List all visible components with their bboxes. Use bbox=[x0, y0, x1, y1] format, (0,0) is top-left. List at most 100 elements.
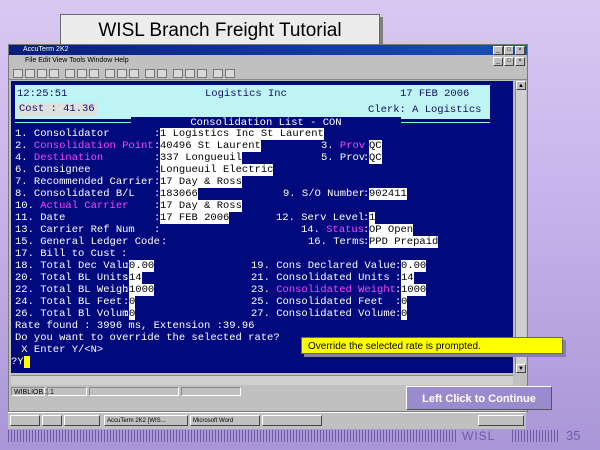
field-actual-carrier[interactable]: 17 Day & Ross bbox=[160, 200, 242, 212]
field-consolidated-units[interactable]: 14 bbox=[401, 272, 414, 284]
label-actual-carrier: 10. Actual Carrier bbox=[15, 200, 128, 212]
scroll-up-icon[interactable]: ▲ bbox=[516, 81, 526, 90]
header-time: 12:25:51 bbox=[17, 88, 68, 100]
label-text: Prov bbox=[339, 140, 366, 152]
field-total-bl-units[interactable]: 14 bbox=[129, 272, 142, 284]
status-cell-3 bbox=[89, 387, 179, 396]
quick-launch-icon[interactable] bbox=[42, 415, 62, 426]
about-icon[interactable] bbox=[225, 69, 235, 78]
settings-icon[interactable] bbox=[129, 69, 139, 78]
slide-title: WISL Branch Freight Tutorial bbox=[60, 14, 380, 47]
connect-icon[interactable] bbox=[105, 69, 115, 78]
label-consolidator: 1. Consolidator bbox=[15, 128, 110, 140]
status-cell-1: WIBLIOB.1 bbox=[11, 387, 49, 396]
label-so-number: 9. S/O Number bbox=[283, 188, 365, 200]
num: 3. bbox=[321, 140, 340, 152]
taskbar-item-3[interactable] bbox=[262, 415, 322, 426]
scroll-down-icon[interactable]: ▼ bbox=[516, 364, 526, 373]
label-total-dec-value: 18. Total Dec Value bbox=[15, 260, 135, 272]
horizontal-scrollbar[interactable] bbox=[11, 375, 513, 385]
status-cell-2: 1 bbox=[47, 387, 87, 396]
num: 4. bbox=[15, 152, 34, 164]
window-titlebar[interactable]: AccuTerm 2K2 _ □ × bbox=[9, 45, 527, 55]
colon: : bbox=[154, 224, 161, 236]
field-serv-level[interactable]: 1 bbox=[369, 212, 376, 224]
cut-icon[interactable] bbox=[65, 69, 75, 78]
field-consolidated-volume[interactable]: 0 bbox=[401, 308, 408, 320]
close-icon[interactable]: × bbox=[515, 46, 525, 55]
disconnect-icon[interactable] bbox=[117, 69, 127, 78]
cost-badge: Cost : 41.36 bbox=[17, 103, 97, 116]
label-bill-to-cust: 17. Bill to Cust bbox=[15, 248, 116, 260]
field-total-dec-value[interactable]: 0.00 bbox=[129, 260, 155, 272]
window-title: AccuTerm 2K2 bbox=[23, 46, 69, 53]
num: 10. bbox=[15, 200, 41, 212]
terminal-screen[interactable]: 12:25:51 Logistics Inc 17 FEB 2006 Cost … bbox=[11, 81, 513, 373]
field-consolidated-feet[interactable]: 0 bbox=[401, 296, 408, 308]
field-total-bl-feet[interactable]: 0 bbox=[129, 296, 136, 308]
keyboard-icon[interactable] bbox=[157, 69, 167, 78]
field-date[interactable]: 17 FEB 2006 bbox=[160, 212, 230, 224]
cursor bbox=[23, 356, 30, 368]
doc-minimize-icon[interactable]: _ bbox=[493, 57, 503, 66]
transfer-icon[interactable] bbox=[185, 69, 195, 78]
input-text: ?Y bbox=[11, 356, 24, 368]
taskbar-item[interactable] bbox=[64, 415, 100, 426]
screen-header: 12:25:51 Logistics Inc 17 FEB 2006 Cost … bbox=[15, 85, 490, 119]
label-consolidation-point: 2. Consolidation Point bbox=[15, 140, 154, 152]
field-recommended-carrier[interactable]: 17 Day & Ross bbox=[160, 176, 242, 188]
taskbar: AccuTerm 2K2 [WIS... Microsoft Word bbox=[8, 412, 526, 429]
maximize-icon[interactable]: □ bbox=[504, 46, 514, 55]
field-total-bl-volume[interactable]: 0 bbox=[129, 308, 136, 320]
field-prov-3[interactable]: QC bbox=[369, 140, 382, 152]
colon: : bbox=[121, 248, 128, 260]
label-consolidated-weight: 23. Consolidated Weight bbox=[251, 284, 396, 296]
vertical-scrollbar[interactable]: ▲ ▼ bbox=[515, 81, 526, 373]
screen-icon[interactable] bbox=[197, 69, 207, 78]
label-total-bl-volume: 26. Total Bl Volume bbox=[15, 308, 135, 320]
toolbar bbox=[9, 67, 527, 80]
colon: : bbox=[161, 236, 168, 248]
macro-icon[interactable] bbox=[173, 69, 183, 78]
prompt-input[interactable]: ?Y bbox=[11, 356, 30, 368]
capture-icon[interactable] bbox=[145, 69, 155, 78]
copy-icon[interactable] bbox=[77, 69, 87, 78]
label-text: Status bbox=[326, 224, 365, 236]
field-consolidation-point[interactable]: 40496 St Laurent bbox=[160, 140, 261, 152]
new-icon[interactable] bbox=[13, 69, 23, 78]
field-consignee[interactable]: Longueuil Electric bbox=[160, 164, 274, 176]
field-cons-declared-value[interactable]: 0.00 bbox=[401, 260, 427, 272]
num: 23. bbox=[251, 284, 277, 296]
field-consolidated-weight[interactable]: 1000 bbox=[401, 284, 427, 296]
open-icon[interactable] bbox=[25, 69, 35, 78]
override-prompt: Do you want to override the selected rat… bbox=[15, 332, 280, 344]
label-consolidated-feet: 25. Consolidated Feet bbox=[251, 296, 384, 308]
field-consolidator[interactable]: 1 Logistics Inc St Laurent bbox=[160, 128, 324, 140]
field-so-number[interactable]: 902411 bbox=[369, 188, 407, 200]
field-prov-5[interactable]: QC bbox=[369, 152, 382, 164]
prompt-options: X Enter Y/<N> bbox=[15, 344, 104, 356]
paste-icon[interactable] bbox=[89, 69, 99, 78]
field-destination[interactable]: 337 Longueuil bbox=[160, 152, 242, 164]
doc-restore-icon[interactable]: □ bbox=[504, 57, 514, 66]
continue-button[interactable]: Left Click to Continue bbox=[406, 386, 552, 410]
field-total-bl-weight[interactable]: 1000 bbox=[129, 284, 155, 296]
field-terms[interactable]: PPD Prepaid bbox=[369, 236, 439, 248]
menu-bar[interactable]: File Edit View Tools Window Help _ □ × bbox=[9, 55, 527, 67]
help-icon[interactable] bbox=[213, 69, 223, 78]
rate-message: Rate found : 3996 ms, Extension :39.96 bbox=[15, 320, 255, 332]
field-status[interactable]: OP Open bbox=[369, 224, 414, 236]
minimize-icon[interactable]: _ bbox=[493, 46, 503, 55]
menu-items[interactable]: File Edit View Tools Window Help bbox=[25, 55, 129, 67]
start-button[interactable] bbox=[10, 415, 40, 426]
header-clerk: Clerk: A Logistics bbox=[368, 104, 482, 116]
label-gl-code: 15. General Ledger Code bbox=[15, 236, 160, 248]
num: 14. bbox=[301, 224, 327, 236]
taskbar-accuterm[interactable]: AccuTerm 2K2 [WIS... bbox=[104, 415, 188, 426]
save-icon[interactable] bbox=[37, 69, 47, 78]
field-consolidated-bl[interactable]: 183066 bbox=[160, 188, 198, 200]
print-icon[interactable] bbox=[49, 69, 59, 78]
taskbar-word[interactable]: Microsoft Word bbox=[190, 415, 260, 426]
doc-close-icon[interactable]: × bbox=[515, 57, 525, 66]
cost-value: Cost : 41.36 bbox=[19, 103, 95, 115]
